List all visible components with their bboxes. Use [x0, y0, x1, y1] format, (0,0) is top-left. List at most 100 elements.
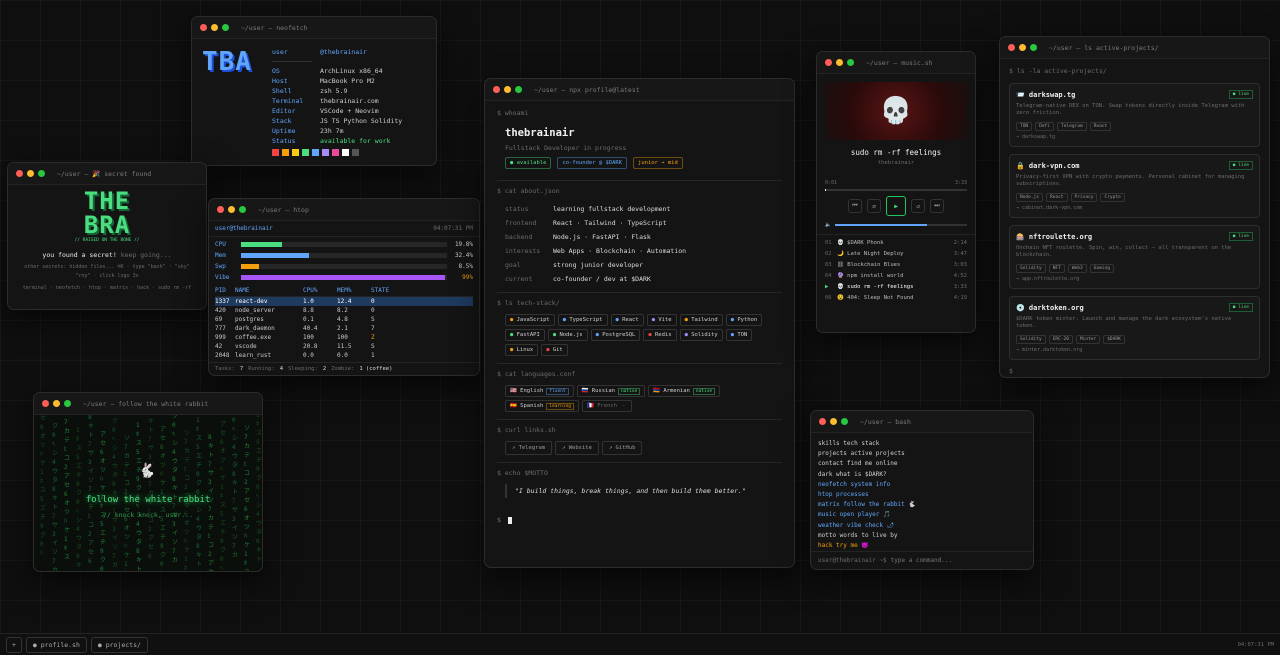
close-button[interactable]: [819, 418, 826, 425]
column-header[interactable]: NAME: [235, 287, 303, 294]
process-row[interactable]: 1337 react-dev 1.0 12.4 0: [215, 297, 473, 306]
progress-bar[interactable]: [825, 189, 967, 191]
maximize-button[interactable]: [239, 206, 246, 213]
profile-window[interactable]: ~/user — npx profile@latest $ whoami the…: [484, 78, 795, 568]
playlist-item[interactable]: 01 💀 $DARK Phonk 2:14: [825, 237, 967, 248]
titlebar[interactable]: ~/user — follow the white rabbit: [34, 393, 262, 415]
close-button[interactable]: [217, 206, 224, 213]
playlist-item[interactable]: 06 😵 404: Sleep Not Found 4:19: [825, 292, 967, 303]
maximize-button[interactable]: [64, 400, 71, 407]
link-button[interactable]: ↗ Website: [555, 441, 599, 455]
close-button[interactable]: [42, 400, 49, 407]
maximize-button[interactable]: [515, 86, 522, 93]
tech-tag[interactable]: ● TON: [725, 329, 753, 341]
minimize-button[interactable]: [1019, 44, 1026, 51]
process-row[interactable]: 69 postgres 0.1 4.8 S: [215, 315, 473, 324]
process-row[interactable]: 42 vscode 20.8 11.5 S: [215, 342, 473, 351]
playlist-item[interactable]: 04 🔮 npm install world 4:52: [825, 270, 967, 281]
tech-tag[interactable]: ● Git: [541, 344, 568, 356]
project-name[interactable]: 📨 darkswap.tg: [1016, 91, 1075, 99]
music-window[interactable]: ~/user — music.sh 💀 sudo rm -rf feelings…: [816, 51, 976, 333]
bash-line[interactable]: htop processes: [818, 490, 1026, 500]
project-url[interactable]: → minter.darktoken.org: [1016, 347, 1253, 353]
maximize-button[interactable]: [222, 24, 229, 31]
titlebar[interactable]: ~/user — htop: [209, 199, 479, 221]
tech-tag[interactable]: ● FastAPI: [505, 329, 545, 341]
process-row[interactable]: 420 node_server 8.8 8.2 0: [215, 306, 473, 315]
maximize-button[interactable]: [841, 418, 848, 425]
close-button[interactable]: [16, 170, 23, 177]
bash-line[interactable]: hack try me 😈: [818, 541, 1026, 551]
maximize-button[interactable]: [38, 170, 45, 177]
play-button[interactable]: ▶: [886, 196, 906, 216]
minimize-button[interactable]: [830, 418, 837, 425]
tech-tag[interactable]: ● Redis: [643, 329, 677, 341]
htop-window[interactable]: ~/user — htop user@thebrainair 04:07:31 …: [208, 198, 480, 376]
shuffle-button[interactable]: ⇄: [867, 199, 881, 213]
rabbit-icon[interactable]: 🐇: [138, 463, 155, 479]
secret-window[interactable]: ~/user — 🎉 secret found THE BRA // RAISE…: [7, 162, 207, 310]
close-button[interactable]: [825, 59, 832, 66]
minimize-button[interactable]: [211, 24, 218, 31]
close-button[interactable]: [1008, 44, 1015, 51]
column-header[interactable]: CPU%: [303, 287, 337, 294]
secret-logo-line-1[interactable]: THE: [18, 189, 196, 213]
project-name[interactable]: 🎰 nftroulette.org: [1016, 233, 1092, 241]
column-header[interactable]: STATE: [371, 287, 401, 294]
projects-window[interactable]: ~/user — ls active-projects/ $ ls -la ac…: [999, 36, 1270, 378]
bash-line[interactable]: contact find me online: [818, 459, 1026, 469]
process-row[interactable]: 777 dark_daemon 40.4 2.1 7: [215, 324, 473, 333]
cursor[interactable]: [507, 516, 512, 524]
tech-tag[interactable]: ● Solidity: [679, 329, 723, 341]
secret-logo-line-2[interactable]: BRA: [18, 213, 196, 237]
tech-tag[interactable]: ● Python: [725, 314, 763, 326]
process-row[interactable]: 999 coffee.exe 100 100 Z: [215, 333, 473, 342]
prev-button[interactable]: ⏮: [848, 199, 862, 213]
close-button[interactable]: [200, 24, 207, 31]
task-item[interactable]: ● projects/: [90, 636, 148, 653]
maximize-button[interactable]: [1030, 44, 1037, 51]
playlist-item[interactable]: 03 ⛓ Blockchain Blues 3:03: [825, 259, 967, 270]
new-window-button[interactable]: +: [6, 636, 22, 653]
project-card[interactable]: 📨 darkswap.tg ● live Telegram-native DEX o…: [1009, 83, 1260, 147]
repeat-button[interactable]: ↺: [911, 199, 925, 213]
matrix-window[interactable]: ~/user — follow the white rabbit ア セ 6 オ…: [33, 392, 263, 572]
link-button[interactable]: ↗ GitHub: [601, 441, 643, 455]
bash-line[interactable]: motto words to live by: [818, 531, 1026, 541]
next-button[interactable]: ⏭: [930, 199, 944, 213]
tech-tag[interactable]: ● React: [610, 314, 644, 326]
project-name[interactable]: 💿 darktoken.org: [1016, 304, 1084, 312]
tech-tag[interactable]: ● Node.js: [547, 329, 588, 341]
process-row[interactable]: 2048 learn_rust 0.0 0.0 1: [215, 351, 473, 360]
volume-slider[interactable]: [835, 224, 967, 226]
tech-tag[interactable]: ● Linux: [505, 344, 539, 356]
maximize-button[interactable]: [847, 59, 854, 66]
project-url[interactable]: → app.nftroulette.org: [1016, 276, 1253, 282]
project-card[interactable]: 🎰 nftroulette.org ● live Onchain NFT roule…: [1009, 225, 1260, 289]
bash-input[interactable]: [890, 557, 1026, 564]
bash-line[interactable]: music open player 🎵: [818, 510, 1026, 520]
task-item[interactable]: ● profile.sh: [25, 636, 87, 653]
minimize-button[interactable]: [27, 170, 34, 177]
tech-tag[interactable]: ● Tailwind: [679, 314, 723, 326]
playlist-item[interactable]: ▶ 💀 sudo rm -rf feelings 3:33: [825, 281, 967, 292]
titlebar[interactable]: ~/user — neofetch: [192, 17, 436, 39]
titlebar[interactable]: ~/user — bash: [811, 411, 1033, 433]
project-url[interactable]: → darkswap.tg: [1016, 134, 1253, 140]
bash-line[interactable]: skills tech stack: [818, 439, 1026, 449]
bash-window[interactable]: ~/user — bash skills tech stack projects …: [810, 410, 1034, 570]
minimize-button[interactable]: [836, 59, 843, 66]
project-card[interactable]: 💿 darktoken.org ● live $DARK token minter.…: [1009, 296, 1260, 360]
minimize-button[interactable]: [228, 206, 235, 213]
playlist-item[interactable]: 02 🌙 Late Night Deploy 3:47: [825, 248, 967, 259]
neofetch-window[interactable]: ~/user — neofetch TBA user @thebrainair O…: [191, 16, 437, 166]
bash-line[interactable]: projects active projects: [818, 449, 1026, 459]
tech-tag[interactable]: ● Vite: [646, 314, 677, 326]
project-card[interactable]: 🔒 dark-vpn.com ● live Privacy-first VPN wi…: [1009, 154, 1260, 218]
tech-tag[interactable]: ● TypeScript: [557, 314, 608, 326]
bash-line[interactable]: weather vibe check 🌶: [818, 521, 1026, 531]
titlebar[interactable]: ~/user — 🎉 secret found: [8, 163, 206, 185]
minimize-button[interactable]: [53, 400, 60, 407]
tech-tag[interactable]: ● JavaScript: [505, 314, 555, 326]
close-button[interactable]: [493, 86, 500, 93]
